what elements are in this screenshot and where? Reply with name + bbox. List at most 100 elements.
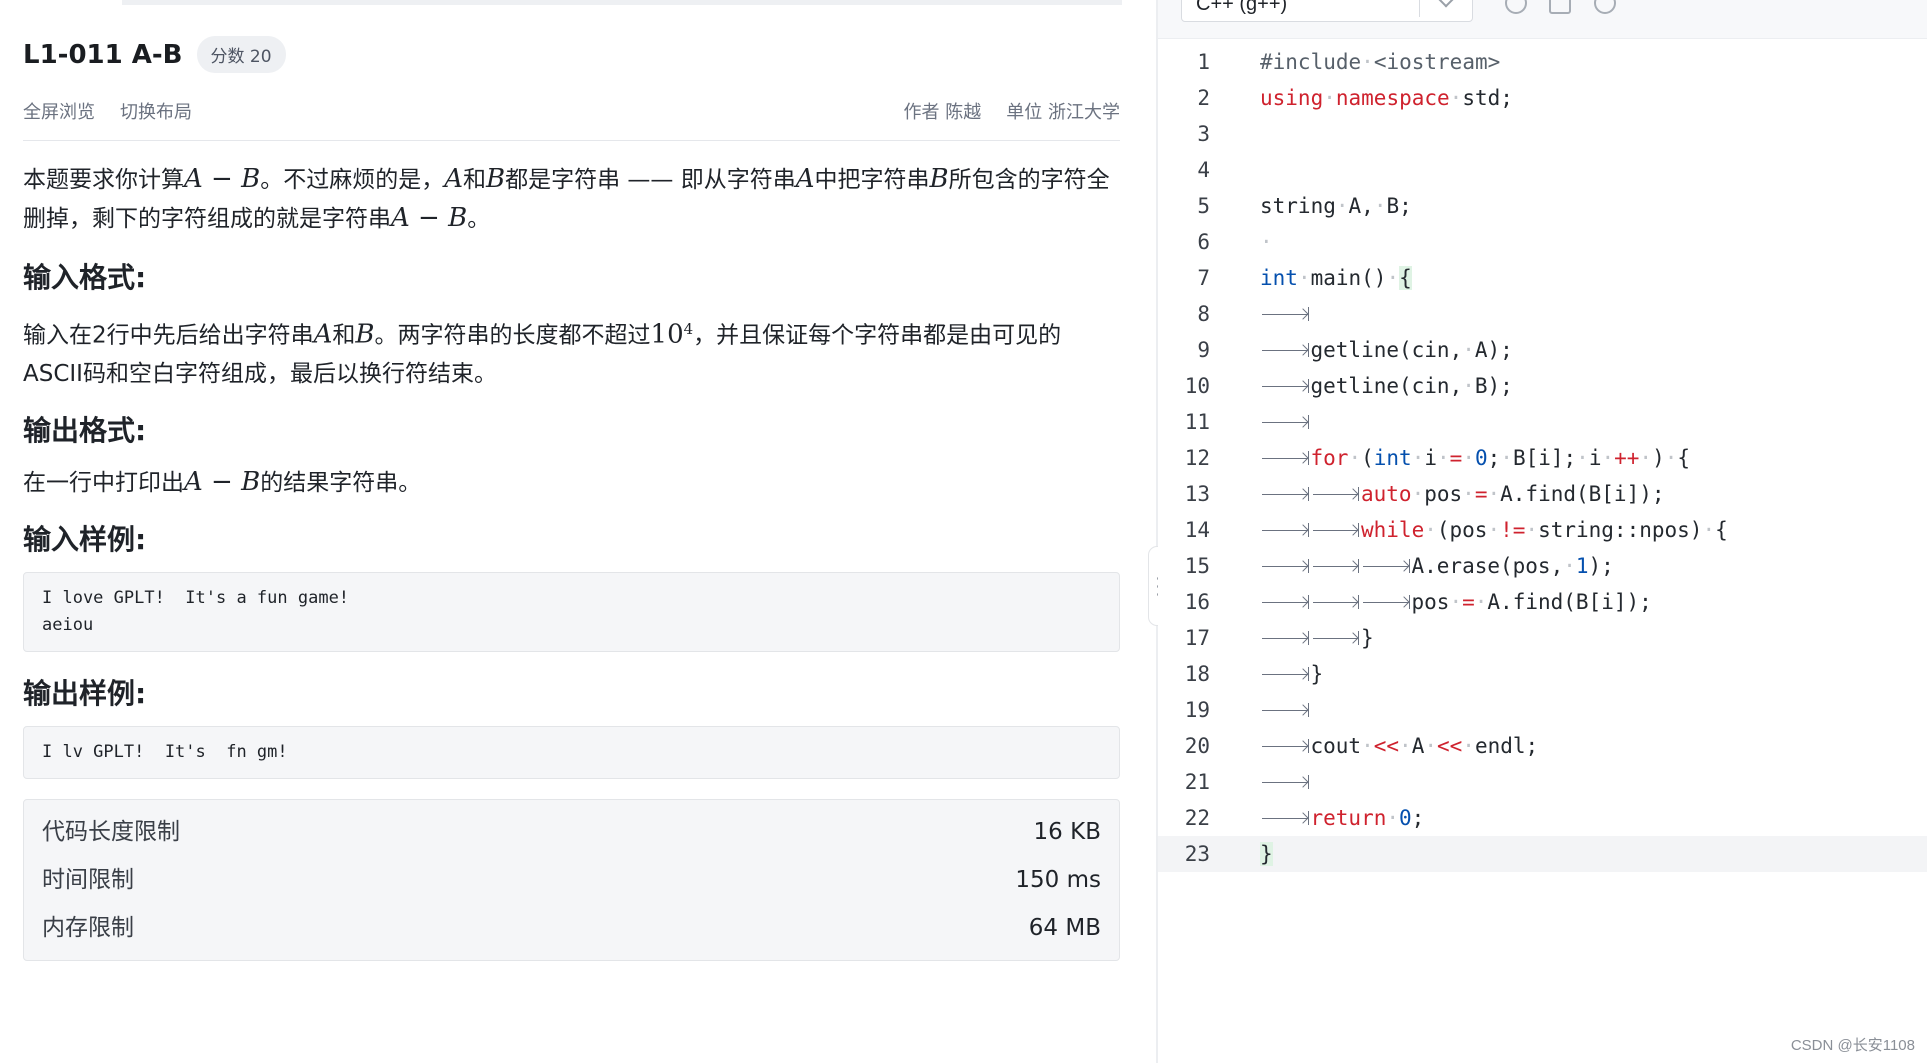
input-math: B bbox=[355, 319, 375, 350]
code-line[interactable]: 1 #include·<iostream> bbox=[1158, 44, 1927, 80]
input-math-sup: 4 bbox=[683, 320, 694, 338]
code-text: } bbox=[1260, 842, 1273, 866]
settings-icon[interactable] bbox=[1549, 0, 1571, 14]
code-text: tt} bbox=[1260, 626, 1374, 650]
code-line[interactable]: 13 ttauto·pos·=·A.find(B[i]); bbox=[1158, 476, 1927, 512]
line-number: 12 bbox=[1184, 446, 1210, 470]
select-separator bbox=[1419, 0, 1420, 17]
divider bbox=[23, 140, 1120, 141]
problem-title: L1-011 A-B bbox=[23, 39, 183, 70]
language-select[interactable]: C++ (g++) bbox=[1181, 0, 1473, 22]
organization-label: 单位 浙江大学 bbox=[1006, 102, 1120, 123]
language-label: C++ (g++) bbox=[1196, 0, 1288, 15]
code-line[interactable]: 10 tgetline(cin,·B); bbox=[1158, 368, 1927, 404]
line-number: 5 bbox=[1197, 194, 1210, 218]
desc-math: A bbox=[795, 164, 815, 194]
line-number: 10 bbox=[1184, 374, 1210, 398]
line-number: 2 bbox=[1197, 86, 1210, 110]
line-number: 13 bbox=[1184, 482, 1210, 506]
output-format-text: 在一行中打印出A − B的结果字符串。 bbox=[23, 463, 1120, 502]
limit-row: 时间限制 150 ms bbox=[42, 856, 1101, 904]
code-editor-panel: C++ (g++) 1 #include·<iostream> 2 using·… bbox=[1158, 0, 1927, 1063]
input-format-text: 输入在2行中先后给出字符串A和B。两字符串的长度都不超过104，并且保证每个字符… bbox=[23, 310, 1120, 393]
code-text: tcout·<<·A·<<·endl; bbox=[1260, 734, 1538, 758]
code-line[interactable]: 22 treturn·0; bbox=[1158, 800, 1927, 836]
limit-row: 代码长度限制 16 KB bbox=[42, 808, 1101, 856]
code-line[interactable]: 4 bbox=[1158, 152, 1927, 188]
line-number: 9 bbox=[1197, 338, 1210, 362]
code-text: tgetline(cin,·A); bbox=[1260, 338, 1513, 362]
editor-toolbar: C++ (g++) bbox=[1158, 0, 1927, 39]
code-line-active[interactable]: 23 } bbox=[1158, 836, 1927, 872]
code-line[interactable]: 16 tttpos·=·A.find(B[i]); bbox=[1158, 584, 1927, 620]
code-editor[interactable]: 1 #include·<iostream> 2 using·namespace·… bbox=[1158, 44, 1927, 872]
code-line[interactable]: 12 tfor·(int·i·=·0;·B[i];·i·++·)·{ bbox=[1158, 440, 1927, 476]
limits-box: 代码长度限制 16 KB 时间限制 150 ms 内存限制 64 MB bbox=[23, 798, 1120, 961]
code-line[interactable]: 11 t bbox=[1158, 404, 1927, 440]
code-line[interactable]: 2 using·namespace·std; bbox=[1158, 80, 1927, 116]
line-number: 16 bbox=[1184, 590, 1210, 614]
line-number: 19 bbox=[1184, 698, 1210, 722]
line-number: 20 bbox=[1184, 734, 1210, 758]
line-number: 7 bbox=[1197, 266, 1210, 290]
sample-input-heading: 输入样例: bbox=[23, 522, 147, 556]
help-icon[interactable] bbox=[1594, 0, 1616, 14]
line-number: 23 bbox=[1184, 842, 1210, 866]
code-line[interactable]: 7 int·main()·{ bbox=[1158, 260, 1927, 296]
sample-output-box: I lv GPLT! It's fn gm! bbox=[23, 725, 1120, 779]
desc-math: A bbox=[444, 164, 463, 194]
code-line[interactable]: 9 tgetline(cin,·A); bbox=[1158, 332, 1927, 368]
line-number: 3 bbox=[1197, 122, 1210, 146]
line-number: 15 bbox=[1184, 554, 1210, 578]
problem-toolbar: 全屏浏览 切换布局 作者 陈越 单位 浙江大学 bbox=[23, 98, 1120, 124]
line-number: 1 bbox=[1197, 50, 1210, 74]
code-text: t bbox=[1260, 302, 1311, 326]
code-text: int·main()·{ bbox=[1260, 266, 1412, 290]
reset-icon[interactable] bbox=[1505, 0, 1527, 14]
code-text: ttauto·pos·=·A.find(B[i]); bbox=[1260, 482, 1665, 506]
code-text: string·A,·B; bbox=[1260, 194, 1412, 218]
line-number: 11 bbox=[1184, 410, 1210, 434]
problem-content: 本题要求你计算A − B。不过麻烦的是，A和B都是字符串 —— 即从字符串A中把… bbox=[23, 160, 1120, 961]
code-line[interactable]: 5 string·A,·B; bbox=[1158, 188, 1927, 224]
output-text: 在一行中打印出 bbox=[23, 469, 184, 496]
limit-value: 150 ms bbox=[1015, 866, 1101, 893]
code-line[interactable]: 19 t bbox=[1158, 692, 1927, 728]
title-row: L1-011 A-B 分数 20 bbox=[23, 36, 286, 73]
top-strip bbox=[122, 0, 1122, 5]
code-line[interactable]: 20 tcout·<<·A·<<·endl; bbox=[1158, 728, 1927, 764]
output-math: A − B bbox=[184, 466, 261, 497]
line-number: 6 bbox=[1197, 230, 1210, 254]
line-number: 8 bbox=[1197, 302, 1210, 326]
code-text: tttA.erase(pos,·1); bbox=[1260, 554, 1614, 578]
desc-text: 中把字符串 bbox=[814, 167, 930, 193]
code-text: t bbox=[1260, 410, 1311, 434]
desc-math: A − B bbox=[184, 164, 261, 194]
code-text: t} bbox=[1260, 662, 1323, 686]
code-line[interactable]: 3 bbox=[1158, 116, 1927, 152]
input-math: 10 bbox=[650, 319, 684, 350]
input-math: A bbox=[313, 319, 333, 350]
fullscreen-link[interactable]: 全屏浏览 bbox=[23, 98, 95, 124]
code-line[interactable]: 6 · bbox=[1158, 224, 1927, 260]
code-line[interactable]: 14 ttwhile·(pos·!=·string::npos)·{ bbox=[1158, 512, 1927, 548]
line-number: 18 bbox=[1184, 662, 1210, 686]
code-line[interactable]: 15 tttA.erase(pos,·1); bbox=[1158, 548, 1927, 584]
code-text: tgetline(cin,·B); bbox=[1260, 374, 1513, 398]
problem-description: 本题要求你计算A − B。不过麻烦的是，A和B都是字符串 —— 即从字符串A中把… bbox=[23, 160, 1120, 238]
switch-layout-link[interactable]: 切换布局 bbox=[120, 98, 192, 124]
code-line[interactable]: 8 t bbox=[1158, 296, 1927, 332]
code-text: #include·<iostream> bbox=[1260, 50, 1501, 74]
score-badge: 分数 20 bbox=[196, 36, 286, 73]
input-format-heading: 输入格式: bbox=[23, 261, 147, 294]
code-line[interactable]: 17 tt} bbox=[1158, 620, 1927, 656]
problem-panel: L1-011 A-B 分数 20 全屏浏览 切换布局 作者 陈越 单位 浙江大学… bbox=[0, 0, 1157, 1063]
limit-label: 时间限制 bbox=[42, 866, 134, 893]
code-text: using·namespace·std; bbox=[1260, 86, 1513, 110]
line-number: 17 bbox=[1184, 626, 1210, 650]
limit-label: 内存限制 bbox=[42, 914, 134, 941]
input-text: 和 bbox=[332, 322, 356, 349]
author-label: 作者 陈越 bbox=[903, 102, 982, 123]
code-line[interactable]: 21 t bbox=[1158, 764, 1927, 800]
code-line[interactable]: 18 t} bbox=[1158, 656, 1927, 692]
